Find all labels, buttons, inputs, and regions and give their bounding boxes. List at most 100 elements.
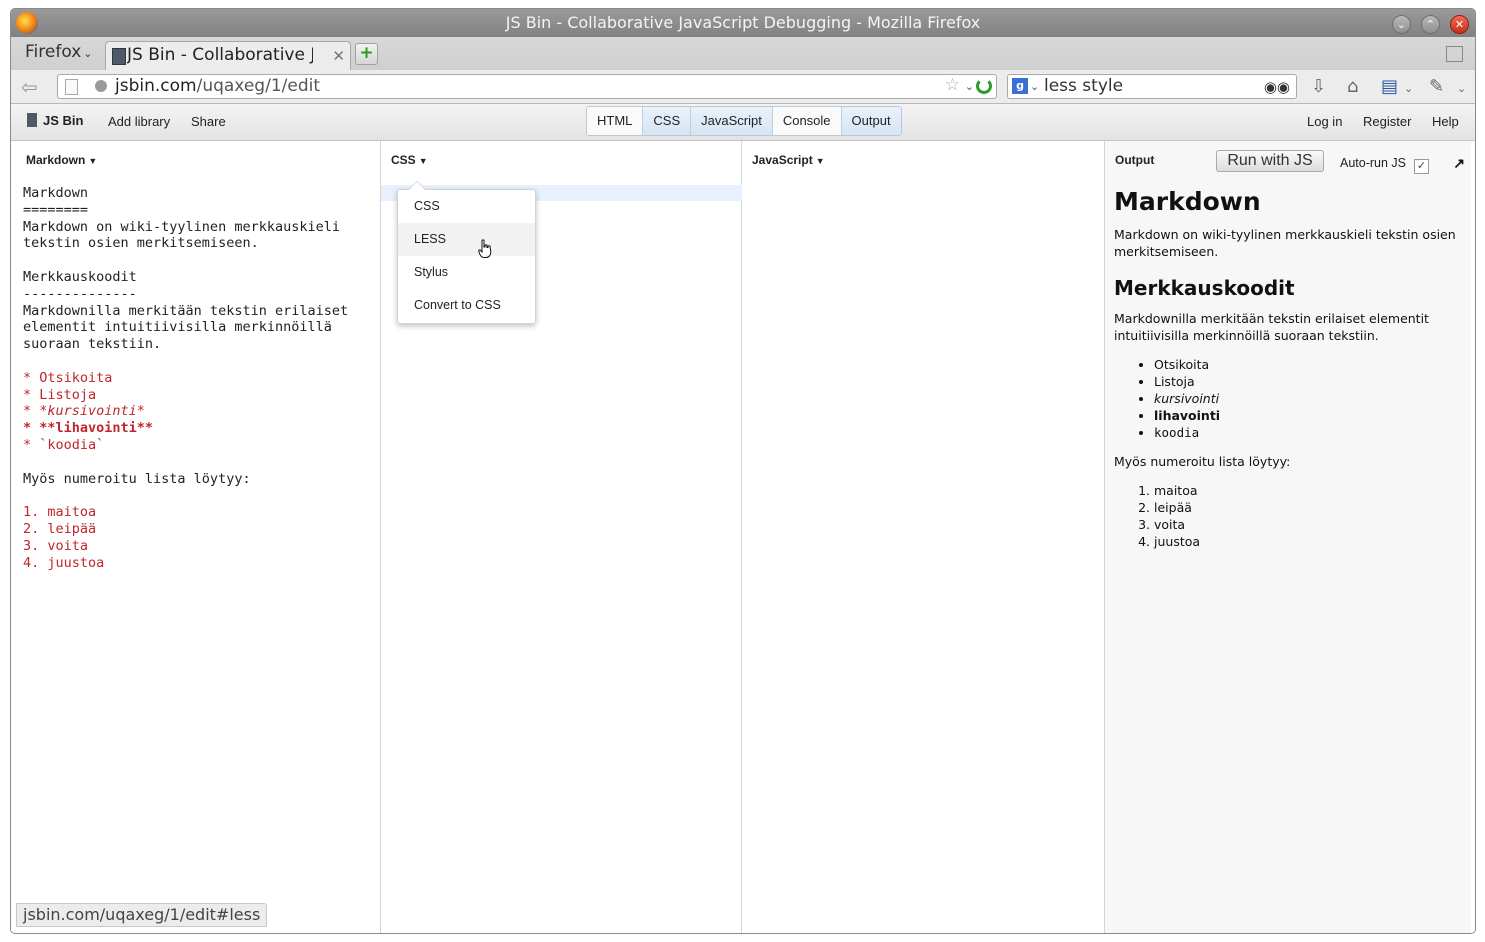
window-controls: ⌄ ⌃ ✕ <box>1387 13 1469 34</box>
new-tab-button[interactable]: + <box>355 43 378 65</box>
menu-item-stylus[interactable]: Stylus <box>398 256 535 289</box>
run-with-js-button[interactable]: Run with JS <box>1216 150 1324 172</box>
popout-arrow-icon[interactable]: ↗ <box>1453 155 1465 172</box>
url-text[interactable]: jsbin.com/uqaxeg/1/edit <box>115 76 320 96</box>
code-line: Markdown <box>23 185 89 201</box>
list-item: leipää <box>1154 499 1462 516</box>
firefox-window: JS Bin - Collaborative JavaScript Debugg… <box>10 8 1476 934</box>
javascript-panel-menu[interactable]: JavaScript ▼ <box>752 153 825 167</box>
url-path: /uqaxeg/1/edit <box>196 76 321 96</box>
google-engine-icon[interactable]: g <box>1012 78 1028 94</box>
css-panel[interactable]: CSS ▼ CSS LESS Stylus Convert to CSS <box>381 141 742 933</box>
css-panel-menu[interactable]: CSS ▼ <box>391 153 428 167</box>
tab-jsbin[interactable]: JS Bin - Collaborative Jav... ✕ <box>105 41 351 70</box>
list-item: Listoja <box>1154 373 1462 390</box>
output-paragraph: Markdown on wiki-tyylinen merkkauskieli … <box>1114 227 1456 259</box>
menu-item-less[interactable]: LESS <box>398 223 535 256</box>
jsbin-toolbar: JS Bin Add library Share HTML CSS JavaSc… <box>11 104 1475 141</box>
list-item: voita <box>1154 516 1462 533</box>
share-link[interactable]: Share <box>191 114 226 129</box>
add-library-link[interactable]: Add library <box>108 114 170 129</box>
code-line: * **lihavointi** <box>23 420 154 437</box>
url-host: jsbin.com <box>115 76 197 96</box>
tab-css[interactable]: CSS <box>643 107 692 135</box>
tab-html[interactable]: HTML <box>587 107 644 135</box>
overflow-chevron-icon[interactable]: ⌄ <box>1457 82 1466 95</box>
jsbin-brand-label: JS Bin <box>43 113 84 128</box>
tools-icon[interactable]: ✎ <box>1429 76 1444 97</box>
javascript-panel[interactable]: JavaScript ▼ <box>742 141 1105 933</box>
output-panel-title: Output <box>1115 153 1155 167</box>
site-identity-icon[interactable] <box>95 80 107 92</box>
chevron-down-icon: ⌄ <box>83 47 93 60</box>
jsbin-favicon-icon <box>112 48 126 65</box>
caret-down-icon: ▼ <box>418 156 428 166</box>
list-item: lihavointi <box>1154 407 1462 424</box>
list-item: juustoa <box>1154 533 1462 550</box>
markdown-panel-title: Markdown <box>26 153 86 167</box>
tab-javascript[interactable]: JavaScript <box>691 107 773 135</box>
editor-area: Markdown ▼ Markdown ======== Markdown on … <box>11 141 1475 933</box>
firefox-menu-label: Firefox <box>25 42 82 62</box>
autorun-toggle[interactable]: Auto-run JS ✓ <box>1340 156 1430 174</box>
tab-output[interactable]: Output <box>841 107 901 135</box>
code-line: -------------- <box>23 285 137 302</box>
caret-down-icon: ▼ <box>815 156 825 166</box>
reload-icon[interactable] <box>976 78 992 94</box>
close-tab-icon[interactable]: ✕ <box>332 47 345 65</box>
search-input[interactable]: less style <box>1044 76 1123 96</box>
minimize-icon[interactable]: ⌄ <box>1391 15 1411 34</box>
binoculars-icon[interactable]: ◉◉ <box>1264 78 1290 96</box>
menu-arrow-inner <box>409 182 425 190</box>
help-link[interactable]: Help <box>1432 114 1459 129</box>
output-heading-2: Merkkauskoodit <box>1114 276 1295 300</box>
code-line: tekstin osien merkitsemiseen. <box>23 235 259 252</box>
code-line: suoraan tekstiin. <box>23 336 162 353</box>
bookmarks-chevron-icon[interactable]: ⌄ <box>1404 82 1413 95</box>
list-item: kursivointi <box>1154 390 1462 407</box>
navigation-bar: ⇦ jsbin.com/uqaxeg/1/edit ☆ ⌄ g ⌄ less s… <box>11 70 1475 104</box>
login-link[interactable]: Log in <box>1307 114 1342 129</box>
url-history-chevron-icon[interactable]: ⌄ <box>965 80 974 93</box>
markdown-editor[interactable]: Markdown ======== Markdown on wiki-tyyli… <box>23 185 348 571</box>
tab-console[interactable]: Console <box>772 107 842 135</box>
code-line: 4. juustoa <box>23 554 105 571</box>
bookmark-star-icon[interactable]: ☆ <box>945 75 960 95</box>
markdown-panel: Markdown ▼ Markdown ======== Markdown on … <box>16 141 381 933</box>
tab-bar: Firefox⌄ JS Bin - Collaborative Jav... ✕… <box>11 37 1475 70</box>
search-engine-chevron-icon[interactable]: ⌄ <box>1030 80 1039 93</box>
back-arrow-icon[interactable]: ⇦ <box>21 75 38 99</box>
close-icon[interactable]: ✕ <box>1450 15 1469 34</box>
tab-groups-icon[interactable] <box>1446 46 1463 62</box>
output-bullet-list: Otsikoita Listoja kursivointi lihavointi… <box>1114 356 1462 441</box>
code-line: ======== <box>23 201 89 218</box>
autorun-checkbox[interactable]: ✓ <box>1414 159 1430 174</box>
download-icon[interactable]: ⇩ <box>1311 76 1326 97</box>
output-numbered-list: maitoa leipää voita juustoa <box>1114 482 1462 550</box>
search-bar[interactable]: g ⌄ less style ◉◉ <box>1007 74 1297 99</box>
code-line: elementit intuitiivisilla merkinnöillä <box>23 319 332 336</box>
home-icon[interactable]: ⌂ <box>1347 76 1358 97</box>
css-preprocessor-menu: CSS LESS Stylus Convert to CSS <box>397 181 536 324</box>
firefox-menu-button[interactable]: Firefox ⌄ <box>25 42 92 62</box>
jsbin-logo[interactable]: JS Bin <box>27 113 83 128</box>
output-render: Markdown Markdown on wiki-tyylinen merkk… <box>1114 187 1462 562</box>
css-panel-title: CSS <box>391 153 416 167</box>
code-line: Markdownilla merkitään tekstin erilaiset <box>23 302 349 319</box>
menu-item-css[interactable]: CSS <box>398 190 535 223</box>
url-bar[interactable]: jsbin.com/uqaxeg/1/edit ☆ ⌄ <box>57 74 997 99</box>
status-bar-link-preview: jsbin.com/uqaxeg/1/edit#less <box>16 903 268 927</box>
register-link[interactable]: Register <box>1363 114 1411 129</box>
code-line: 2. leipää <box>23 520 97 537</box>
code-line: * Otsikoita <box>23 369 113 386</box>
title-bar: JS Bin - Collaborative JavaScript Debugg… <box>11 9 1475 37</box>
menu-item-convert-to-css[interactable]: Convert to CSS <box>398 289 535 322</box>
maximize-icon[interactable]: ⌃ <box>1420 15 1440 34</box>
window-title: JS Bin - Collaborative JavaScript Debugg… <box>505 13 981 32</box>
markdown-panel-menu[interactable]: Markdown ▼ <box>26 153 97 167</box>
javascript-panel-title: JavaScript <box>752 153 813 167</box>
bookmarks-icon[interactable]: ▤ <box>1381 76 1398 97</box>
code-line: Markdown on wiki-tyylinen merkkauskieli <box>23 218 340 235</box>
output-panel: Output Run with JS Auto-run JS ✓ ↗ Markdo… <box>1105 141 1471 933</box>
code-line: * *kursivointi* <box>23 403 145 420</box>
